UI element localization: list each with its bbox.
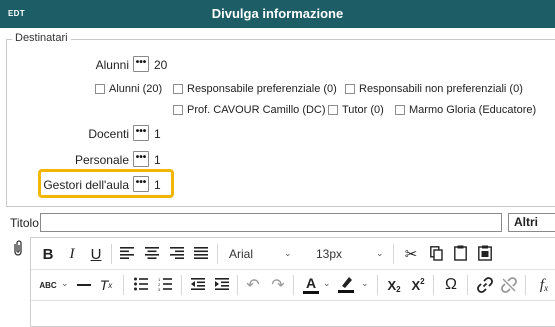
docenti-select-button[interactable]: ••• (133, 125, 149, 141)
chevron-down-icon[interactable]: ⌄ (61, 278, 69, 289)
numbered-list-icon[interactable]: 123 (158, 277, 172, 291)
window-title: Divulga informazione (211, 6, 344, 21)
alunni-label: Alunni (95, 58, 129, 72)
editor-toolbar-row-2: ABC ⌄ Tx 123 ↶ ↷ A ⌄ ⌄ X2 X2 Ω f x (31, 269, 555, 301)
align-center-icon[interactable] (145, 247, 159, 259)
formula-icon[interactable]: fx (534, 275, 554, 295)
font-size-select[interactable]: 13px (316, 247, 342, 261)
docenti-label: Docenti (88, 127, 129, 141)
checkbox-label: Responsabile preferenziale (0) (187, 83, 337, 95)
personale-label: Personale (74, 153, 129, 167)
recipients-legend: Destinatari (12, 32, 71, 44)
checkbox-box[interactable] (173, 84, 183, 94)
altri-dropdown[interactable]: Altri (508, 213, 555, 232)
checkbox-box[interactable] (345, 84, 355, 94)
special-character-icon[interactable]: Ω (442, 275, 460, 295)
align-justify-icon[interactable] (194, 247, 208, 259)
subscript-icon[interactable]: X2 (385, 275, 403, 295)
editor-toolbar-row-1: B I U Arial ⌄ 13px ⌄ ✂ (31, 238, 555, 270)
titolo-input[interactable] (40, 213, 502, 232)
undo-icon[interactable]: ↶ (244, 275, 262, 295)
checkbox-label: Prof. CAVOUR Camillo (DC) (187, 104, 326, 116)
alunni-count: 20 (154, 58, 168, 72)
docenti-count: 1 (154, 127, 161, 141)
chevron-down-icon[interactable]: ⌄ (361, 278, 369, 289)
checkbox-prof-cavour[interactable]: Prof. CAVOUR Camillo (DC) (173, 104, 326, 116)
rich-text-editor: B I U Arial ⌄ 13px ⌄ ✂ A BC ⌄ T x 1 2 3 ↶… (30, 237, 555, 327)
alunni-select-button[interactable]: ••• (133, 56, 149, 72)
checkbox-marmo-gloria[interactable]: Marmo Gloria (Educatore) (395, 104, 536, 116)
paste-icon[interactable] (454, 245, 467, 261)
checkbox-box[interactable] (95, 84, 105, 94)
checkbox-box[interactable] (328, 105, 338, 115)
paperclip-icon[interactable] (11, 240, 25, 256)
italic-icon[interactable]: I (63, 244, 81, 264)
checkbox-box[interactable] (395, 105, 405, 115)
spellcheck-icon[interactable]: ABC (37, 276, 59, 294)
align-left-icon[interactable] (120, 247, 134, 259)
text-color-icon[interactable]: A (303, 274, 319, 294)
cut-icon[interactable]: ✂ (402, 244, 420, 264)
title-bar: EDT Divulga informazione (0, 0, 555, 28)
checkbox-responsabile-preferenziale[interactable]: Responsabile preferenziale (0) (173, 83, 337, 95)
checkbox-tutor[interactable]: Tutor (0) (328, 104, 384, 116)
paste-text-icon[interactable] (478, 245, 492, 261)
align-right-icon[interactable] (170, 247, 184, 259)
bullet-list-icon[interactable] (134, 277, 148, 291)
link-icon[interactable] (477, 277, 493, 293)
superscript-icon[interactable]: X2 (409, 275, 427, 295)
unlink-icon[interactable] (501, 277, 517, 293)
checkbox-responsabili-non-preferenziali[interactable]: Responsabili non preferenziali (0) (345, 83, 523, 95)
chevron-down-icon[interactable]: ⌄ (284, 248, 292, 259)
titolo-label: Titolo (10, 216, 39, 230)
chevron-down-icon[interactable]: ⌄ (376, 248, 384, 259)
horizontal-line-icon[interactable] (77, 284, 91, 286)
checkbox-label: Responsabili non preferenziali (0) (359, 83, 523, 95)
bold-icon[interactable]: B (39, 244, 57, 264)
chevron-down-icon[interactable]: ⌄ (323, 278, 331, 289)
checkbox-label: Marmo Gloria (Educatore) (409, 104, 537, 116)
clear-formatting-icon[interactable]: Tx (97, 275, 115, 295)
checkbox-label: Tutor (0) (342, 104, 384, 116)
personale-count: 1 (154, 153, 161, 167)
outdent-icon[interactable] (191, 278, 205, 290)
highlight-box (38, 169, 174, 198)
svg-text:3: 3 (158, 287, 161, 291)
checkbox-box[interactable] (173, 105, 183, 115)
highlight-color-icon[interactable] (338, 275, 354, 293)
redo-icon[interactable]: ↷ (269, 275, 287, 295)
font-family-select[interactable]: Arial (229, 247, 253, 261)
checkbox-alunni[interactable]: Alunni (20) (95, 83, 162, 95)
checkbox-label: Alunni (20) (109, 83, 163, 95)
copy-icon[interactable] (430, 246, 443, 261)
underline-icon[interactable]: U (87, 244, 105, 264)
indent-icon[interactable] (215, 278, 229, 290)
personale-select-button[interactable]: ••• (133, 151, 149, 167)
